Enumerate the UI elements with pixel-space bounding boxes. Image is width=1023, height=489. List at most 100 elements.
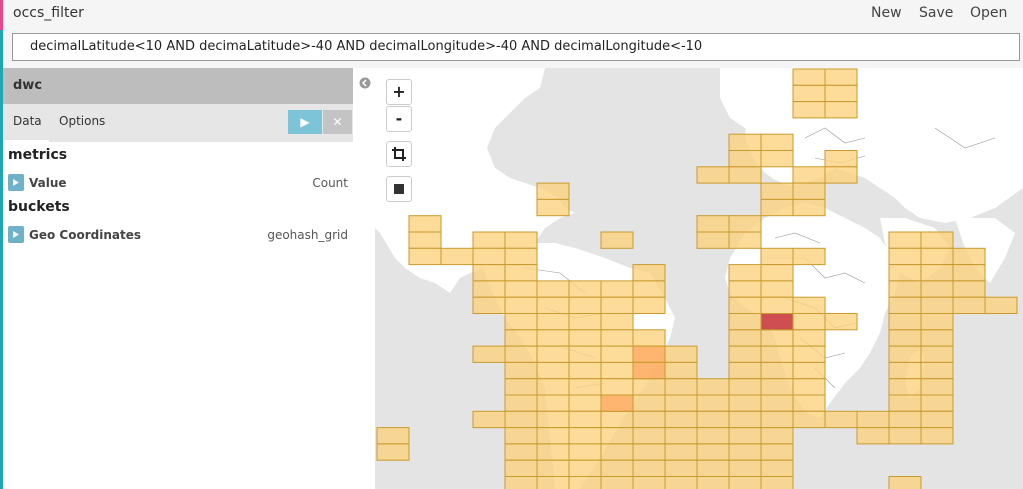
geohash-cell[interactable]	[568, 410, 602, 429]
zoom-in-button[interactable]: +	[386, 79, 412, 105]
geohash-cell[interactable]	[376, 427, 410, 445]
geohash-cell[interactable]	[696, 459, 730, 478]
geohash-cell[interactable]	[536, 427, 570, 445]
geohash-cell[interactable]	[600, 280, 634, 298]
geohash-cell[interactable]	[440, 247, 474, 266]
geohash-cell[interactable]	[792, 166, 826, 184]
geohash-cell[interactable]	[792, 247, 826, 266]
geohash-cell[interactable]	[792, 361, 826, 380]
geohash-cell[interactable]	[536, 345, 570, 363]
geohash-cell[interactable]	[472, 296, 506, 314]
geohash-cell[interactable]	[664, 459, 698, 478]
geohash-cell[interactable]	[760, 378, 794, 396]
geohash-cell[interactable]	[504, 476, 538, 489]
geohash-cell[interactable]	[728, 345, 762, 363]
geohash-cell[interactable]	[728, 361, 762, 380]
geohash-cell[interactable]	[728, 459, 762, 478]
geohash-cell[interactable]	[792, 394, 826, 412]
geohash-cell[interactable]	[568, 443, 602, 461]
geohash-cell[interactable]	[536, 313, 570, 331]
geohash-cell[interactable]	[568, 427, 602, 445]
geohash-cell[interactable]	[792, 101, 826, 119]
geohash-cell[interactable]	[600, 231, 634, 249]
geohash-cell[interactable]	[664, 378, 698, 396]
geohash-cell[interactable]	[568, 280, 602, 298]
geohash-cell[interactable]	[760, 459, 794, 478]
geohash-cell[interactable]	[632, 427, 666, 445]
geohash-cell[interactable]	[536, 296, 570, 314]
geohash-cell[interactable]	[568, 313, 602, 331]
geohash-cell[interactable]	[504, 313, 538, 331]
geohash-cell[interactable]	[760, 247, 794, 266]
geohash-cell[interactable]	[792, 68, 826, 86]
geohash-cell[interactable]	[888, 329, 922, 347]
geohash-cell[interactable]	[728, 150, 762, 168]
geohash-cell[interactable]	[824, 84, 858, 103]
geohash-cell[interactable]	[728, 133, 762, 151]
geohash-cell[interactable]	[632, 329, 666, 347]
geohash-cell[interactable]	[632, 378, 666, 396]
geohash-cell[interactable]	[792, 329, 826, 347]
geohash-cell[interactable]	[760, 476, 794, 489]
geohash-cell[interactable]	[568, 329, 602, 347]
geohash-cell[interactable]	[888, 247, 922, 266]
geohash-cell[interactable]	[504, 361, 538, 380]
geohash-cell[interactable]	[472, 231, 506, 249]
geohash-cell[interactable]	[568, 459, 602, 478]
geohash-cell[interactable]	[536, 182, 570, 200]
geohash-cell[interactable]	[472, 247, 506, 266]
geohash-cell[interactable]	[888, 231, 922, 249]
collapse-sidebar-icon[interactable]	[359, 77, 371, 89]
apply-button[interactable]: ▶	[288, 110, 322, 134]
geohash-cell[interactable]	[600, 361, 634, 380]
open-button[interactable]: Open	[970, 5, 1007, 21]
geohash-cell[interactable]	[728, 378, 762, 396]
geohash-cell[interactable]	[888, 361, 922, 380]
geohash-cell[interactable]	[760, 133, 794, 151]
geohash-cell[interactable]	[664, 361, 698, 380]
geohash-cell[interactable]	[600, 296, 634, 314]
geohash-cell[interactable]	[920, 378, 954, 396]
geohash-cell[interactable]	[472, 264, 506, 282]
geohash-cell[interactable]	[696, 410, 730, 429]
geohash-cell[interactable]	[760, 443, 794, 461]
geohash-cell[interactable]	[600, 378, 634, 396]
geohash-cell[interactable]	[696, 215, 730, 233]
geohash-cell[interactable]	[728, 231, 762, 249]
geohash-cell[interactable]	[728, 264, 762, 282]
geohash-cell[interactable]	[760, 410, 794, 429]
geohash-cell[interactable]	[792, 313, 826, 331]
geohash-cell[interactable]	[504, 247, 538, 266]
geohash-cell[interactable]	[696, 231, 730, 249]
geohash-cell[interactable]	[920, 280, 954, 298]
geohash-cell[interactable]	[952, 264, 986, 282]
geohash-cell[interactable]	[920, 361, 954, 380]
geohash-cell[interactable]	[568, 378, 602, 396]
geohash-cell[interactable]	[728, 410, 762, 429]
geohash-cell[interactable]	[696, 378, 730, 396]
geohash-cell[interactable]	[536, 329, 570, 347]
geohash-cell[interactable]	[568, 361, 602, 380]
geohash-cell-medium[interactable]	[632, 345, 666, 363]
geohash-cell[interactable]	[792, 182, 826, 200]
geohash-cell[interactable]	[728, 427, 762, 445]
geohash-cell[interactable]	[600, 427, 634, 445]
geohash-cell[interactable]	[792, 84, 826, 103]
geohash-cell[interactable]	[920, 247, 954, 266]
geohash-cell[interactable]	[728, 280, 762, 298]
geohash-cell[interactable]	[760, 345, 794, 363]
geohash-cell[interactable]	[728, 394, 762, 412]
geohash-cell[interactable]	[664, 345, 698, 363]
geohash-cell[interactable]	[536, 394, 570, 412]
geohash-cell[interactable]	[472, 345, 506, 363]
geohash-cell[interactable]	[632, 476, 666, 489]
geohash-cell[interactable]	[760, 150, 794, 168]
geohash-cell[interactable]	[888, 394, 922, 412]
geohash-cell[interactable]	[888, 313, 922, 331]
geohash-cell[interactable]	[600, 329, 634, 347]
geohash-cell[interactable]	[664, 476, 698, 489]
geohash-cell[interactable]	[376, 443, 410, 461]
geohash-cell[interactable]	[728, 166, 762, 184]
geohash-cell[interactable]	[632, 410, 666, 429]
geohash-cell[interactable]	[632, 459, 666, 478]
